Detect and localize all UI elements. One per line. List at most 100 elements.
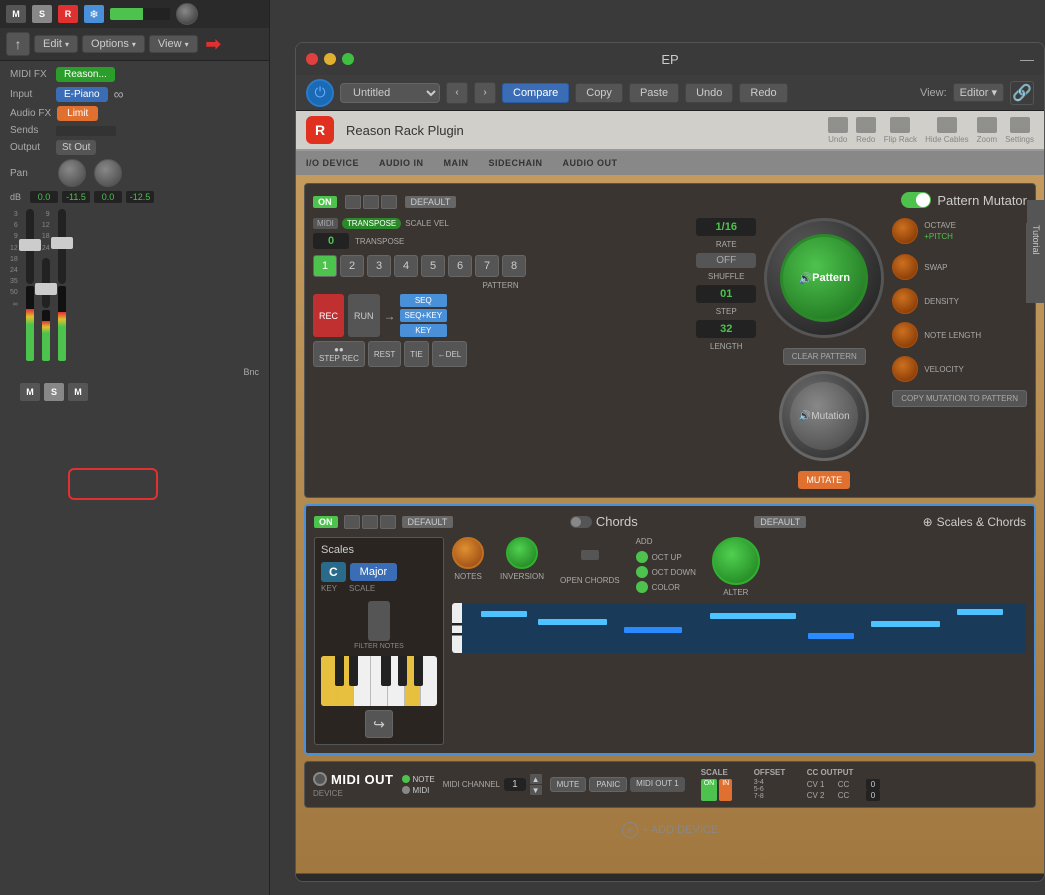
solo-button[interactable]: S (32, 5, 52, 23)
midi-ch-down[interactable]: ▼ (530, 785, 542, 795)
pan-knob-top[interactable] (176, 3, 198, 25)
flip-rack-btn[interactable]: Flip Rack (884, 117, 917, 144)
rec-button[interactable]: REC (313, 294, 344, 337)
scales-mini-btn-2[interactable] (362, 515, 378, 529)
link-icon-button[interactable]: 🔗 (1010, 81, 1034, 105)
undo-rack-btn[interactable]: Undo (828, 117, 848, 144)
key-button-c[interactable]: C (321, 562, 346, 582)
bottom-mute-2[interactable]: M (68, 383, 88, 401)
bottom-solo[interactable]: S (44, 383, 64, 401)
pat-num-8[interactable]: 8 (502, 255, 526, 277)
forward-arrow-btn[interactable]: ↪ (365, 710, 393, 738)
window-min-btn[interactable]: — (1020, 51, 1034, 67)
pat-num-5[interactable]: 5 (421, 255, 445, 277)
fader-thumb-2[interactable] (35, 283, 57, 295)
scale-button-major[interactable]: Major (350, 563, 398, 581)
hide-cables-btn[interactable]: Hide Cables (925, 117, 969, 144)
paste-button[interactable]: Paste (629, 83, 679, 103)
fader-thumb-1[interactable] (19, 239, 41, 251)
tie-button[interactable]: TIE (404, 341, 428, 367)
del-button[interactable]: ←DEL (432, 341, 468, 367)
velocity-knob[interactable] (892, 356, 918, 382)
view-menu[interactable]: View ▾ (149, 35, 198, 53)
bottom-mute[interactable]: M (20, 383, 40, 401)
pan-knob[interactable] (58, 159, 86, 187)
zoom-btn[interactable]: Zoom (977, 117, 997, 144)
settings-btn[interactable]: Settings (1005, 117, 1034, 144)
mutate-btn[interactable]: MUTATE (798, 471, 850, 489)
fader-3[interactable] (58, 209, 66, 284)
panic-btn[interactable]: PANIC (589, 777, 627, 792)
transpose-pill[interactable]: TRANSPOSE (342, 218, 401, 229)
open-chords-toggle[interactable] (581, 550, 599, 560)
swap-knob[interactable] (892, 254, 918, 280)
view-dropdown[interactable]: Editor ▾ (953, 83, 1004, 102)
mutation-knob[interactable]: 🔊Mutation (779, 371, 869, 461)
pm-toggle[interactable] (901, 192, 931, 208)
mute-midi-btn[interactable]: MUTE (550, 777, 587, 792)
pan-knob-2[interactable] (94, 159, 122, 187)
limit-button[interactable]: Limit (57, 106, 98, 121)
key-button[interactable]: KEY (400, 324, 448, 337)
rest-button[interactable]: REST (368, 341, 401, 367)
run-button[interactable]: RUN (348, 294, 380, 337)
inversion-knob[interactable] (506, 537, 538, 569)
redo-button[interactable]: Redo (739, 83, 787, 103)
mini-btn-3[interactable] (381, 195, 397, 209)
close-button[interactable] (306, 53, 318, 65)
power-button[interactable]: ⏻ (306, 79, 334, 107)
pat-num-4[interactable]: 4 (394, 255, 418, 277)
record-button[interactable]: R (58, 5, 78, 23)
fader-1[interactable] (26, 209, 34, 284)
snowflake-button[interactable]: ❄ (84, 5, 104, 23)
fader-2[interactable] (42, 258, 50, 309)
pat-num-2[interactable]: 2 (340, 255, 364, 277)
tutorial-tab[interactable]: Tutorial (1027, 200, 1045, 280)
pat-num-7[interactable]: 7 (475, 255, 499, 277)
preset-dropdown[interactable]: Untitled (340, 83, 440, 103)
density-knob[interactable] (892, 288, 918, 314)
copy-mutation-btn[interactable]: COPY MUTATION TO PATTERN (892, 390, 1027, 407)
scales-on-btn[interactable]: ON (314, 516, 338, 528)
notes-knob[interactable] (452, 537, 484, 569)
piano-mini[interactable] (321, 656, 437, 706)
chords-knobs: NOTES INVERSION OPEN CHORDS (452, 537, 1026, 597)
nav-prev[interactable]: ‹ (446, 82, 468, 104)
pattern-on-btn[interactable]: ON (313, 196, 337, 208)
alter-knob[interactable] (712, 537, 760, 585)
minimize-button[interactable] (324, 53, 336, 65)
octave-knob[interactable] (892, 218, 918, 244)
pat-num-3[interactable]: 3 (367, 255, 391, 277)
edit-menu[interactable]: Edit ▾ (34, 35, 78, 53)
pat-num-6[interactable]: 6 (448, 255, 472, 277)
compare-button[interactable]: Compare (502, 83, 569, 103)
mini-btn-1[interactable] (345, 195, 361, 209)
pattern-knob-outer[interactable]: 🔊Pattern (764, 218, 884, 338)
nav-next[interactable]: › (474, 82, 496, 104)
input-selector[interactable]: E-Piano (56, 87, 108, 102)
scales-mini-btn-1[interactable] (344, 515, 360, 529)
maximize-button[interactable] (342, 53, 354, 65)
fader-thumb-3[interactable] (51, 237, 73, 249)
mute-button[interactable]: M (6, 5, 26, 23)
output-value[interactable]: St Out (56, 140, 96, 155)
redo-rack-btn[interactable]: Redo (856, 117, 876, 144)
options-menu[interactable]: Options ▾ (82, 35, 145, 53)
reason-plugin-button[interactable]: Reason... (56, 67, 115, 82)
filter-toggle[interactable] (368, 601, 390, 641)
seq-button[interactable]: SEQ (400, 294, 448, 307)
note-length-knob[interactable] (892, 322, 918, 348)
scales-mini-btn-3[interactable] (380, 515, 396, 529)
chords-toggle-btn[interactable] (570, 516, 592, 528)
clear-pattern-btn[interactable]: CLEAR PATTERN (783, 348, 866, 365)
pat-num-1[interactable]: 1 (313, 255, 337, 277)
midi-ch-up[interactable]: ▲ (530, 774, 542, 784)
mini-btn-2[interactable] (363, 195, 379, 209)
seq-key-button[interactable]: SEQ+KEY (400, 309, 448, 322)
undo-button[interactable]: Undo (685, 83, 733, 103)
up-button[interactable]: ↑ (6, 32, 30, 56)
output-row: Output St Out (10, 140, 259, 155)
add-device-row[interactable]: + + ADD DEVICE (304, 814, 1036, 846)
copy-button[interactable]: Copy (575, 83, 623, 103)
step-rec-button[interactable]: ●●STEP REC (313, 341, 365, 367)
